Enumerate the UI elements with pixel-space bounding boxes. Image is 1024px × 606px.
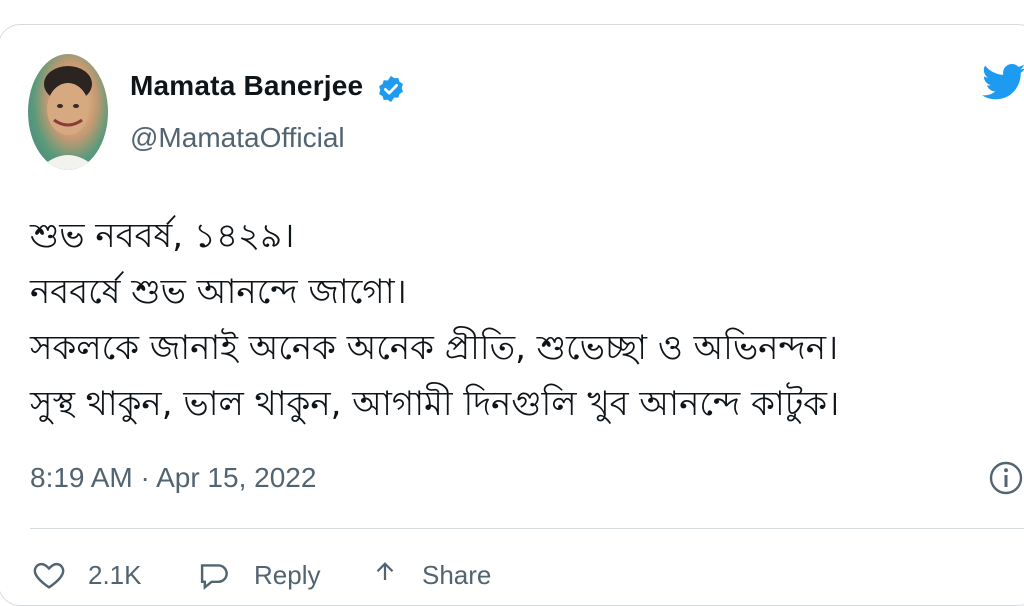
verified-badge-icon: [379, 75, 403, 103]
share-arrow-icon: [376, 562, 394, 580]
tweet-text-line-3: সকলকে জানাই অনেক অনেক প্রীতি, শুভেচ্ছা ও…: [30, 328, 839, 368]
author-name[interactable]: Mamata Banerjee: [130, 70, 363, 102]
twitter-bird-icon[interactable]: [982, 62, 1024, 102]
avatar-portrait: [38, 66, 98, 170]
avatar[interactable]: [28, 54, 108, 170]
tweet-text-line-4: সুস্থ থাকুন, ভাল থাকুন, আগামী দিনগুলি খু…: [30, 384, 840, 424]
author-handle[interactable]: @MamataOfficial: [130, 122, 345, 154]
divider: [30, 528, 1024, 529]
tweet-text-line-2: নববর্ষে শুভ আনন্দে জাগো।: [30, 272, 407, 312]
tweet-text-line-1: শুভ নববর্ষ, ১৪২৯।: [30, 216, 295, 256]
info-icon[interactable]: [988, 460, 1024, 496]
tweet-card: [0, 24, 1024, 606]
heart-icon: [33, 562, 65, 589]
reply-bubble-icon: [200, 564, 228, 590]
tweet-timestamp[interactable]: 8:19 AM · Apr 15, 2022: [30, 462, 316, 494]
